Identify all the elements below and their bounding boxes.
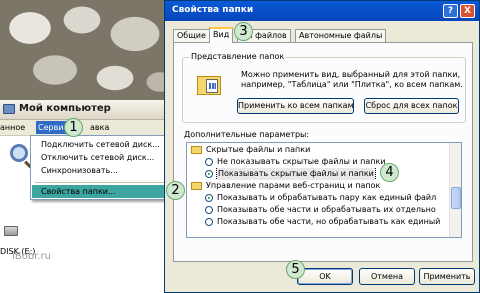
radio-button[interactable]: [205, 206, 213, 214]
close-button[interactable]: X: [460, 4, 475, 18]
menu-item-help[interactable]: авка: [90, 123, 109, 132]
folder-icon: [191, 182, 202, 190]
service-menu: Подключить сетевой диск... Отключить сет…: [30, 135, 176, 200]
option-pair-as-one[interactable]: Показывать обе части, но обрабатывать ка…: [187, 216, 449, 228]
option-pair-separate[interactable]: Показывать обе части и обрабатывать их о…: [187, 204, 449, 216]
menu-item-map-drive[interactable]: Подключить сетевой диск...: [41, 140, 160, 149]
watermark: iBobr.ru: [12, 251, 51, 262]
scrollbar-thumb[interactable]: [451, 187, 461, 209]
computer-icon: [3, 104, 15, 114]
category-web-pairs: Управление парами веб-страниц и папок: [187, 180, 449, 192]
tab-strip: Общие Вид пы файлов Автономные файлы: [173, 27, 473, 43]
folder-options-dialog: Свойства папки ? X Общие Вид пы файлов А…: [164, 0, 480, 293]
callout-4: 4: [380, 163, 399, 182]
dialog-title: Свойства папки: [172, 5, 254, 15]
list-scrollbar[interactable]: [449, 143, 461, 237]
dialog-titlebar: Свойства папки ? X: [165, 1, 479, 21]
view-tab-page: Представление папок Можно применить вид,…: [173, 42, 473, 262]
tab-offline-files[interactable]: Автономные файлы: [295, 29, 387, 42]
option-show-hidden[interactable]: Показывать скрытые файлы и папки: [187, 168, 449, 180]
menu-item-disconnect-drive[interactable]: Отключить сетевой диск...: [41, 153, 154, 162]
callout-1: 1: [64, 118, 83, 137]
callout-3: 3: [234, 22, 253, 41]
folder-view-icon: [197, 74, 223, 96]
my-computer-titlebar: Мой компьютер: [0, 100, 180, 120]
option-pair-single-file[interactable]: Показывать и обрабатывать пару как едины…: [187, 192, 449, 204]
search-icon[interactable]: [10, 144, 28, 162]
menu-item-synchronize[interactable]: Синхронизовать...: [41, 166, 118, 175]
reset-all-folders-button[interactable]: Сброс для всех папок: [364, 98, 459, 114]
folder-views-group: Представление папок Можно применить вид,…: [182, 52, 466, 123]
option-dont-show-hidden[interactable]: Не показывать скрытые файлы и папки: [187, 156, 449, 168]
folder-icon: [191, 146, 202, 154]
apply-button[interactable]: Применить: [419, 268, 475, 285]
advanced-settings-list: Скрытые файлы и папки Не показывать скры…: [186, 142, 462, 238]
ok-button[interactable]: OK: [297, 268, 353, 285]
menu-item-data[interactable]: анное: [0, 123, 25, 132]
category-hidden-files: Скрытые файлы и папки: [187, 144, 449, 156]
folder-views-label: Представление папок: [189, 52, 287, 61]
folder-views-description: Можно применить вид, выбранный для этой …: [241, 70, 463, 89]
my-computer-title: Мой компьютер: [19, 103, 111, 114]
menu-separator: [35, 182, 171, 183]
callout-2: 2: [166, 181, 185, 200]
help-button[interactable]: ?: [443, 4, 458, 18]
tab-view[interactable]: Вид: [209, 27, 234, 43]
radio-button[interactable]: [205, 218, 213, 226]
drive-icon[interactable]: [4, 226, 18, 236]
menu-item-folder-options[interactable]: Свойства папки...: [32, 185, 174, 198]
radio-button-checked[interactable]: [205, 170, 213, 178]
radio-button[interactable]: [205, 158, 213, 166]
radio-button-checked[interactable]: [205, 194, 213, 202]
tab-general[interactable]: Общие: [173, 29, 210, 42]
cancel-button[interactable]: Отмена: [359, 268, 415, 285]
menu-bar: анное Сервис авка: [0, 120, 180, 136]
apply-to-all-folders-button[interactable]: Применить ко всем папкам: [237, 98, 354, 114]
advanced-settings-label: Дополнительные параметры:: [184, 130, 310, 139]
callout-5: 5: [286, 260, 305, 279]
pebbles-wallpaper: [0, 0, 170, 100]
